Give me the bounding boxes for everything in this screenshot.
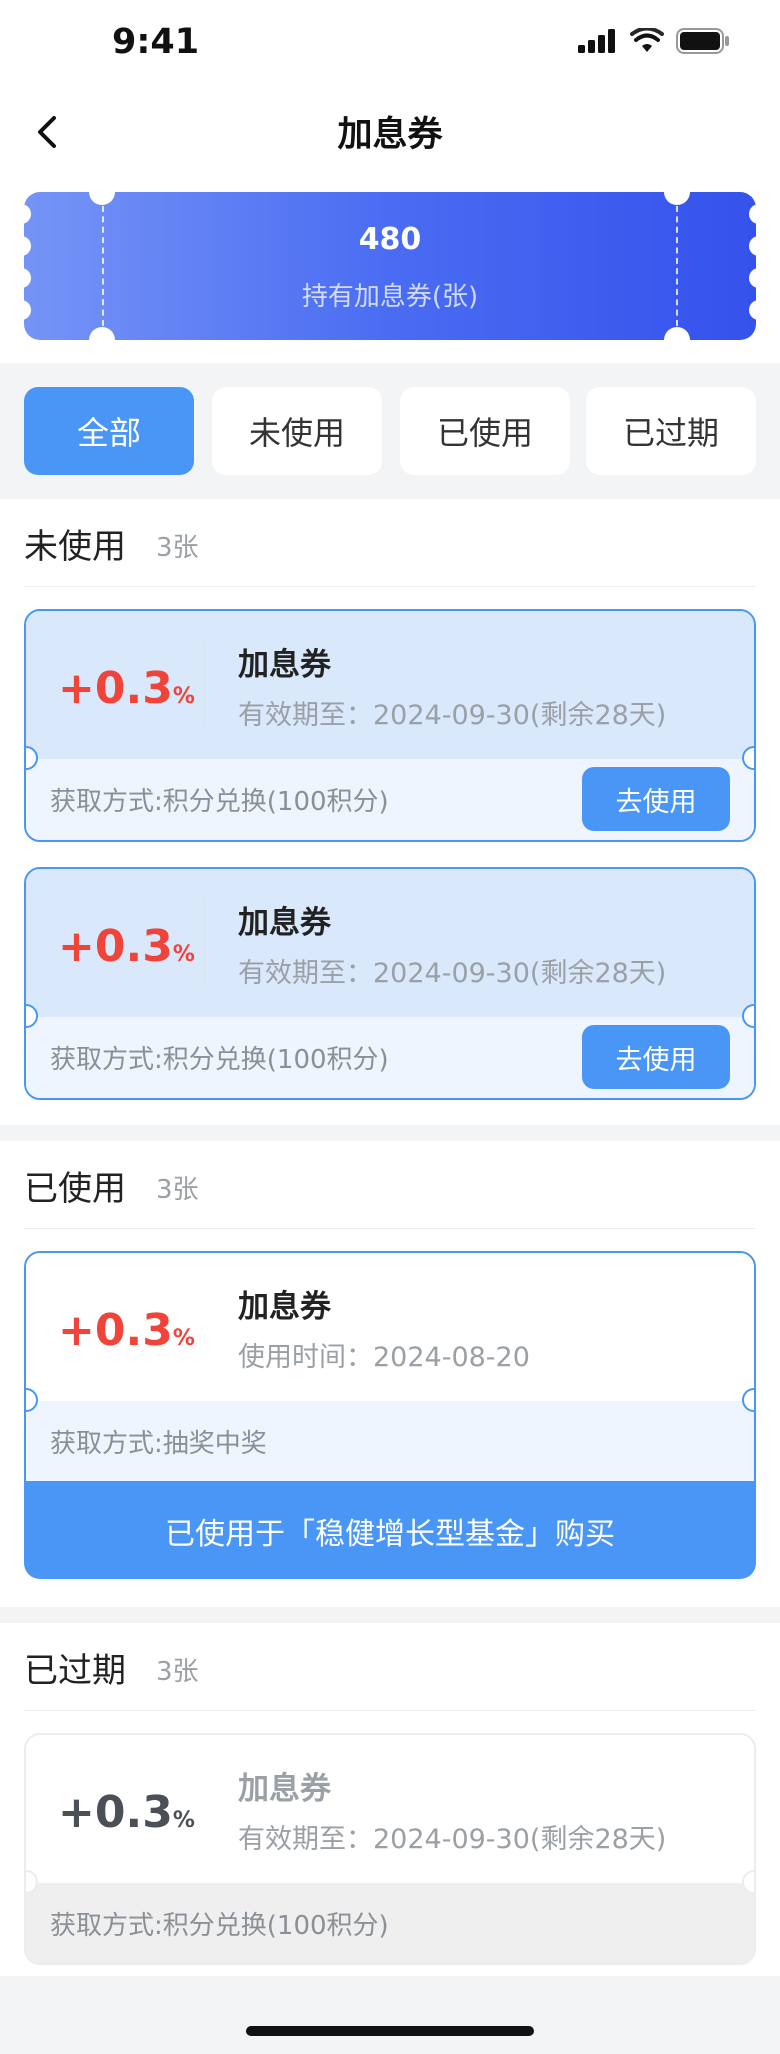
banner-notch [749,204,756,224]
coupon-name: 加息券 [238,647,331,683]
nav-bar: 加息券 [0,88,780,178]
banner-dashed-line [676,206,678,326]
coupon-main: +0.3% 加息券 有效期至：2024-09-30(剩余28天) [26,611,754,759]
coupon-divider [204,641,205,727]
use-button[interactable]: 去使用 [582,1025,730,1089]
signal-icon [578,29,615,53]
coupon-name: 加息券 [238,1771,331,1807]
coupon-main: +0.3% 加息券 使用时间：2024-08-20 [26,1253,754,1401]
banner-notch [664,192,690,205]
coupon-source: 获取方式:积分兑换(100积分) [50,1045,389,1075]
coupon-footer: 获取方式:积分兑换(100积分) 去使用 [26,759,754,840]
coupon-expiry: 有效期至：2024-09-30(剩余28天) [238,700,667,731]
status-time: 9:41 [112,22,200,62]
filter-tabs: 全部 未使用 已使用 已过期 [0,363,780,499]
section-header: 未使用 3张 [24,499,756,587]
home-indicator [246,2026,534,2036]
coupon-name: 加息券 [238,1289,331,1325]
coupon-summary-banner: 480 持有加息券(张) [24,192,756,340]
use-button[interactable]: 去使用 [582,767,730,831]
section-count: 3张 [156,533,199,563]
status-icons [578,28,730,54]
coupon-rate: +0.3% [58,663,195,714]
section-title: 未使用 [24,527,126,567]
coupon-source: 获取方式:积分兑换(100积分) [50,1911,389,1941]
coupon-main: +0.3% 加息券 有效期至：2024-09-30(剩余28天) [26,869,754,1017]
coupon-card[interactable]: +0.3% 加息券 有效期至：2024-09-30(剩余28天) 获取方式:积分… [24,867,756,1100]
banner-dashed-line [102,206,104,326]
section-count: 3张 [156,1657,199,1687]
section-unused: 未使用 3张 +0.3% 加息券 有效期至：2024-09-30(剩余28天) … [0,499,780,1125]
section-header: 已使用 3张 [24,1141,756,1229]
coupon-used-time: 使用时间：2024-08-20 [238,1342,530,1373]
section-expired: 已过期 3张 +0.3% 加息券 有效期至：2024-09-30(剩余28天) … [0,1623,780,1976]
page-title: 加息券 [337,115,443,155]
coupon-source: 获取方式:积分兑换(100积分) [50,787,389,817]
section-title: 已过期 [24,1651,126,1691]
coupon-card[interactable]: +0.3% 加息券 有效期至：2024-09-30(剩余28天) 获取方式:积分… [24,609,756,842]
coupon-count-label: 持有加息券(张) [301,282,479,312]
wifi-icon [630,28,664,52]
coupon-card: +0.3% 加息券 使用时间：2024-08-20 获取方式:抽奖中奖 [24,1251,756,1483]
banner-notch [749,300,756,320]
coupon-footer: 获取方式:抽奖中奖 [26,1401,754,1481]
coupon-expiry: 有效期至：2024-09-30(剩余28天) [238,958,667,989]
section-used: 已使用 3张 +0.3% 加息券 使用时间：2024-08-20 获取方式:抽奖… [0,1141,780,1607]
coupon-name: 加息券 [238,905,331,941]
banner-notch [24,204,31,224]
coupon-rate: +0.3% [58,921,195,972]
coupon-main: +0.3% 加息券 有效期至：2024-09-30(剩余28天) [26,1735,754,1883]
section-gap [0,1607,780,1623]
coupon-footer: 获取方式:积分兑换(100积分) 去使用 [26,1017,754,1098]
coupon-divider [204,899,205,985]
coupon-card: +0.3% 加息券 有效期至：2024-09-30(剩余28天) 获取方式:积分… [24,1733,756,1965]
tab-used[interactable]: 已使用 [400,387,570,475]
header-area: 9:41 加息券 480 持有加息券(张) [0,0,780,363]
coupon-count: 480 [358,222,422,257]
tab-unused[interactable]: 未使用 [212,387,382,475]
tab-expired[interactable]: 已过期 [586,387,756,475]
coupon-rate: +0.3% [58,1787,195,1838]
section-count: 3张 [156,1175,199,1205]
section-title: 已使用 [24,1169,126,1209]
coupon-rate: +0.3% [58,1305,195,1356]
banner-notch [664,327,690,340]
section-header: 已过期 3张 [24,1623,756,1711]
coupon-source: 获取方式:抽奖中奖 [50,1429,267,1459]
coupon-expiry: 有效期至：2024-09-30(剩余28天) [238,1824,667,1855]
battery-icon [676,28,729,54]
banner-notch [89,327,115,340]
coupon-footer: 获取方式:积分兑换(100积分) [26,1883,754,1963]
used-info-bar: 已使用于「稳健增长型基金」购买 [24,1483,756,1579]
tab-all[interactable]: 全部 [24,387,194,475]
banner-notch [89,192,115,205]
section-gap [0,1125,780,1141]
status-bar: 9:41 [0,0,780,88]
